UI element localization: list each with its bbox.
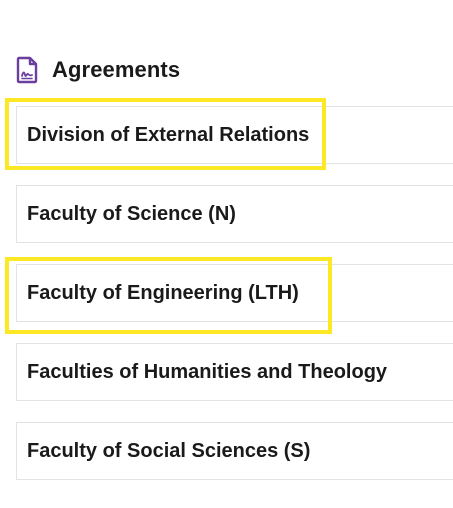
list-item-faculty-of-engineering[interactable]: Faculty of Engineering (LTH): [16, 264, 453, 322]
list-item-faculties-of-humanities-and-theology[interactable]: Faculties of Humanities and Theology: [16, 343, 453, 401]
list-item-faculty-of-science[interactable]: Faculty of Science (N): [16, 185, 453, 243]
agreements-list: Division of External Relations Faculty o…: [16, 106, 453, 501]
list-item-division-of-external-relations[interactable]: Division of External Relations: [16, 106, 453, 164]
list-item-label: Faculty of Social Sciences (S): [27, 439, 311, 462]
list-item-label: Division of External Relations: [27, 123, 310, 146]
section-title: Agreements: [52, 57, 181, 82]
list-item-label: Faculty of Science (N): [27, 202, 236, 225]
list-item-label: Faculty of Engineering (LTH): [27, 281, 299, 304]
list-item-label: Faculties of Humanities and Theology: [27, 360, 388, 383]
list-item-faculty-of-social-sciences[interactable]: Faculty of Social Sciences (S): [16, 422, 453, 480]
document-signature-icon: [16, 56, 38, 84]
section-header: Agreements: [16, 54, 180, 86]
